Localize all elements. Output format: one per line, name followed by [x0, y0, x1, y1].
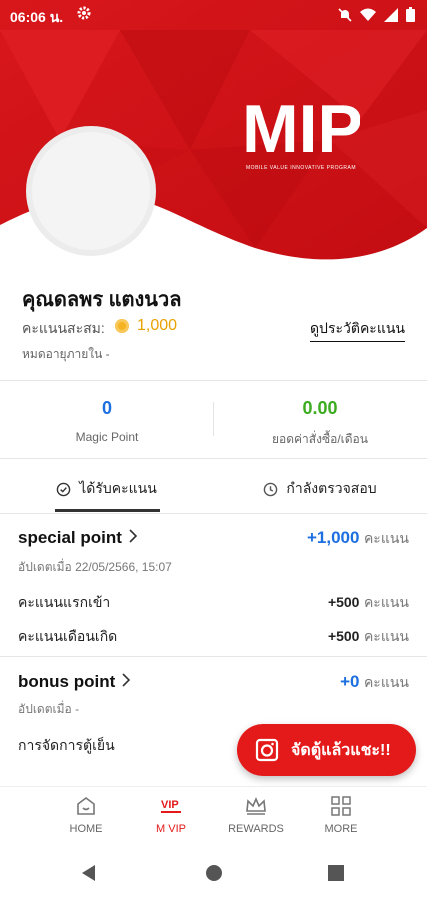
- nav-rewards[interactable]: REWARDS: [214, 795, 298, 835]
- section-title: special point: [18, 528, 122, 547]
- clock-icon: [264, 482, 278, 496]
- divider: [0, 656, 427, 657]
- gear-icon: [76, 5, 92, 24]
- special-point-header[interactable]: special point: [18, 528, 138, 548]
- chevron-right-icon: [128, 528, 138, 548]
- nav-rewards-label: REWARDS: [228, 823, 284, 835]
- row-label: การจัดการตู้เย็น: [18, 737, 115, 753]
- svg-text:VIP: VIP: [161, 799, 179, 811]
- section-value: +1,000: [307, 528, 360, 547]
- back-icon[interactable]: [80, 864, 98, 882]
- bonus-point-header[interactable]: bonus point: [18, 672, 131, 692]
- coin-icon: [115, 319, 129, 333]
- signal-icon: [384, 7, 398, 22]
- mip-logo: MIP: [242, 91, 360, 162]
- row-label: คะแนนแรกเข้า: [18, 594, 111, 610]
- section-updated: อัปเดตเมื่อ 22/05/2566, 15:07: [18, 560, 172, 574]
- stats-divider: [213, 402, 214, 436]
- magic-point-label: Magic Point: [75, 430, 139, 444]
- nav-mvip[interactable]: VIP M VIP: [129, 795, 213, 835]
- monthly-order-label: ยอดค่าสั่งซื้อ/เดือน: [272, 432, 368, 446]
- monthly-order-value: 0.00: [302, 398, 338, 418]
- tab-received-label: ได้รับคะแนน: [79, 480, 157, 496]
- row-value: +500 คะแนน: [328, 626, 409, 648]
- wifi-icon: [360, 8, 376, 21]
- points-label: คะแนนสะสม:: [22, 320, 105, 336]
- section-unit: คะแนน: [363, 530, 409, 546]
- special-point-total: +1,000 คะแนน: [307, 528, 409, 550]
- recents-icon[interactable]: [328, 865, 344, 881]
- tab-pending[interactable]: กำลังตรวจสอบ: [213, 465, 427, 513]
- active-tab-indicator: [55, 509, 160, 512]
- divider: [0, 458, 427, 459]
- section-updated: อัปเดตเมื่อ -: [18, 702, 80, 716]
- vip-icon: VIP: [161, 799, 181, 813]
- grid-icon: [331, 796, 351, 816]
- nav-more[interactable]: MORE: [299, 795, 383, 835]
- crown-icon: [246, 796, 266, 815]
- snap-fridge-button[interactable]: จัดตู้แล้วแชะ!!: [237, 724, 416, 776]
- user-name: คุณดลพร แตงนวล: [22, 289, 182, 311]
- points-value: 1,000: [137, 317, 178, 334]
- row-unit: คะแนน: [363, 594, 409, 610]
- tab-received-points[interactable]: ได้รับคะแนน: [0, 465, 213, 513]
- home-icon: [77, 797, 95, 815]
- svg-text:MIP: MIP: [242, 91, 360, 162]
- mute-icon: [338, 7, 352, 22]
- points-history-link[interactable]: ดูประวัติคะแนน: [309, 318, 405, 342]
- status-time: 06:06 น.: [10, 9, 64, 25]
- nav-home-label: HOME: [69, 823, 103, 835]
- avatar[interactable]: [32, 132, 150, 250]
- section-unit: คะแนน: [363, 674, 409, 690]
- tab-pending-label: กำลังตรวจสอบ: [286, 480, 377, 496]
- status-bar: 06:06 น.: [0, 0, 427, 30]
- divider: [0, 513, 427, 514]
- logo-tagline: MOBILE VALUE INNOVATIVE PROGRAM: [246, 165, 356, 171]
- home-button-icon[interactable]: [205, 864, 223, 882]
- nav-home[interactable]: HOME: [44, 795, 128, 835]
- row-value-number: +500: [327, 594, 360, 610]
- section-value: +0: [340, 672, 360, 691]
- row-value: +500 คะแนน: [328, 592, 409, 614]
- nav-mvip-label: M VIP: [156, 823, 186, 835]
- expire-text: หมดอายุภายใน -: [22, 347, 110, 361]
- nav-more-label: MORE: [324, 823, 358, 835]
- camera-icon: [255, 738, 279, 762]
- snap-fridge-label: จัดตู้แล้วแชะ!!: [291, 741, 391, 759]
- divider: [0, 380, 427, 381]
- check-circle-icon: [56, 482, 71, 496]
- row-value-number: +500: [327, 628, 360, 644]
- system-nav-bar: [0, 848, 427, 900]
- bonus-point-total: +0 คะแนน: [340, 672, 409, 694]
- battery-icon: [406, 7, 415, 22]
- row-unit: คะแนน: [363, 628, 409, 644]
- status-icons: [338, 7, 415, 22]
- bottom-nav: HOME VIP M VIP REWARDS MORE: [0, 786, 427, 847]
- chevron-right-icon: [121, 672, 131, 692]
- magic-point-value: 0: [101, 398, 112, 418]
- row-label: คะแนนเดือนเกิด: [18, 628, 118, 644]
- section-title: bonus point: [18, 672, 116, 691]
